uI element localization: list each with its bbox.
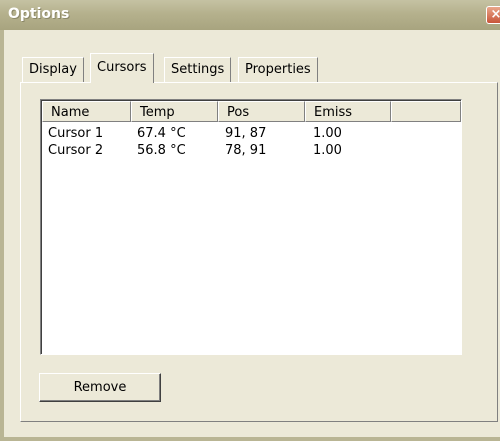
options-dialog: Options × Display Cursors Settings Prope… [0, 0, 500, 441]
column-header-pos[interactable]: Pos [218, 101, 305, 122]
column-header-emiss[interactable]: Emiss [305, 101, 391, 122]
tab-label: Display [29, 62, 77, 77]
cell-emiss: 1.00 [313, 143, 342, 158]
cell-pos: 78, 91 [225, 143, 267, 158]
cell-name: Cursor 1 [48, 126, 104, 141]
list-header: Name Temp Pos Emiss [42, 101, 461, 122]
cursor-list[interactable]: Name Temp Pos Emiss Cursor 1 67.4 °C 91,… [40, 99, 462, 355]
column-header-temp[interactable]: Temp [131, 101, 218, 122]
cell-pos: 91, 87 [225, 126, 267, 141]
close-button[interactable]: × [486, 6, 500, 24]
close-icon: × [490, 7, 500, 22]
tab-cursors[interactable]: Cursors [90, 53, 154, 83]
column-header-name[interactable]: Name [42, 101, 131, 122]
table-row[interactable]: Cursor 2 56.8 °C 78, 91 1.00 [42, 143, 461, 160]
tab-label: Settings [171, 62, 225, 77]
remove-button[interactable]: Remove [39, 373, 161, 402]
title-bar[interactable]: Options × [0, 0, 500, 30]
cell-emiss: 1.00 [313, 126, 342, 141]
cell-name: Cursor 2 [48, 143, 104, 158]
tab-label: Cursors [97, 60, 147, 75]
tab-properties[interactable]: Properties [238, 57, 318, 82]
tab-settings[interactable]: Settings [164, 57, 232, 82]
tab-display[interactable]: Display [22, 57, 84, 82]
window-title: Options [8, 6, 70, 22]
window-frame-left [0, 30, 4, 441]
column-header-empty[interactable] [391, 101, 461, 122]
tab-label: Properties [245, 62, 311, 77]
cell-temp: 56.8 °C [137, 143, 186, 158]
table-row[interactable]: Cursor 1 67.4 °C 91, 87 1.00 [42, 126, 461, 143]
window-frame-bottom [0, 437, 500, 441]
cell-temp: 67.4 °C [137, 126, 186, 141]
